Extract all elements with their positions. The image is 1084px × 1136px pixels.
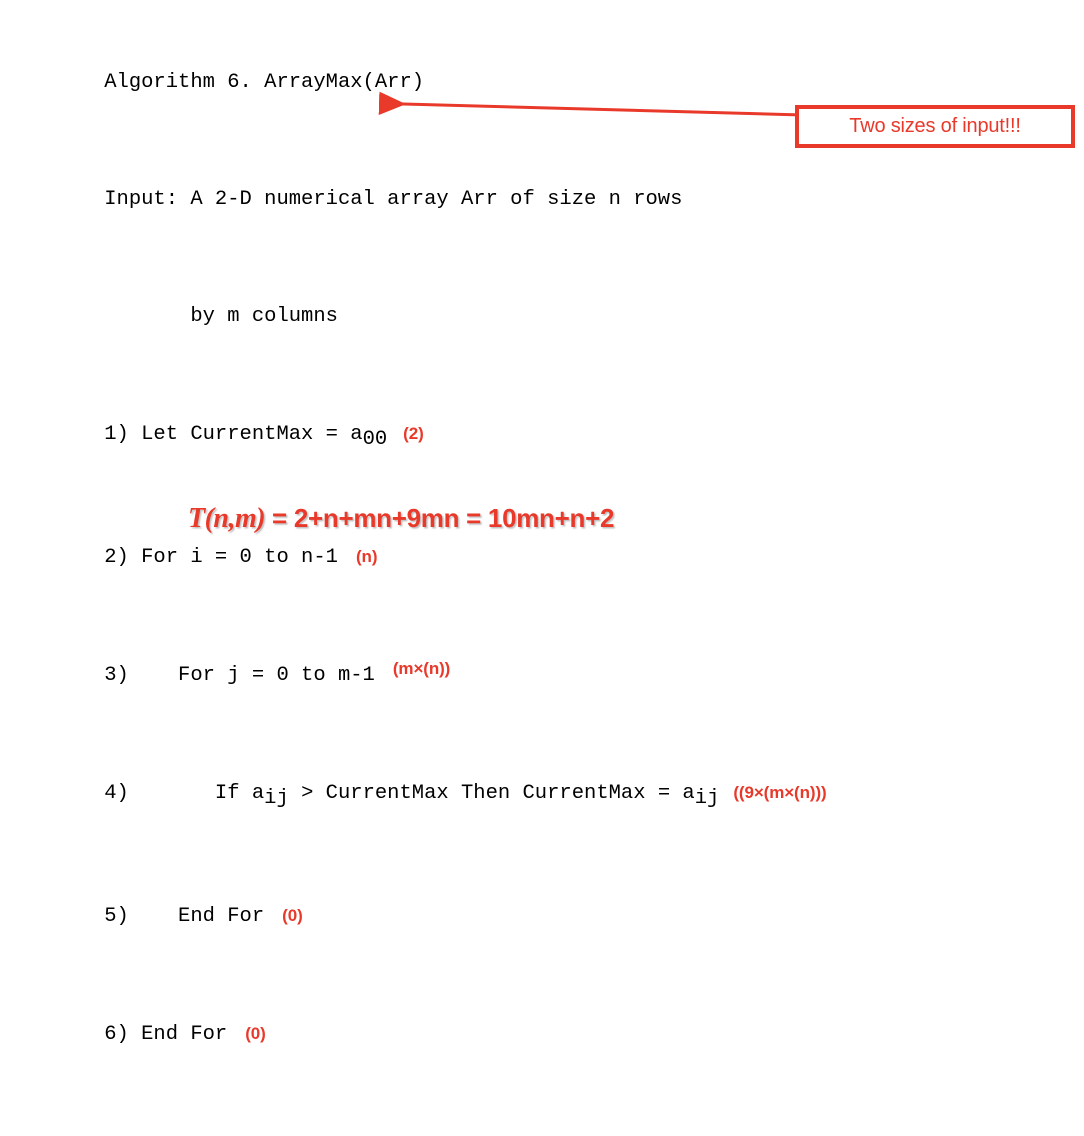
complexity-function-symbol: T(n,m) — [188, 503, 266, 534]
input-text-line-1: Input: A 2-D numerical array Arr of size… — [104, 188, 683, 211]
step-4-subscript-2: ij — [694, 787, 720, 811]
input-text-line-2: by m columns — [104, 305, 338, 328]
callout-box: Two sizes of input!!! — [795, 105, 1075, 148]
step-2-code: 2) For i = 0 to n-1 — [104, 546, 338, 570]
step-1-code: 1) Let CurrentMax = a — [104, 423, 363, 446]
algorithm-output-line: Output: CurrentMax, the largest value in… — [55, 1093, 1065, 1136]
algorithm-step-4: 4) If aij > CurrentMax Then CurrentMax =… — [55, 734, 1065, 857]
step-3-cost: (m×(n)) — [392, 659, 451, 679]
algorithm-step-5: 5) End For (0) — [55, 857, 1065, 975]
algorithm-step-6: 6) End For (0) — [55, 975, 1065, 1093]
complexity-expression: = 2+n+mn+9mn = 10mn+n+2 — [265, 503, 615, 533]
algorithm-step-3: 3) For j = 0 to m-1 (m×(n)) — [55, 616, 1065, 734]
algorithm-title: Algorithm 6. ArrayMax(Arr) — [104, 71, 425, 94]
step-1-subscript: 00 — [362, 428, 388, 452]
step-5-cost: (0) — [282, 906, 303, 926]
algorithm-step-1: 1) Let CurrentMax = a00 (2) — [55, 375, 1065, 498]
algorithm-input-line-2: by m columns — [55, 258, 1065, 375]
step-4-code-part-2: > CurrentMax Then CurrentMax = a — [288, 782, 695, 806]
callout-label: Two sizes of input!!! — [849, 115, 1021, 137]
algorithm-listing: Algorithm 6. ArrayMax(Arr) Input: A 2-D … — [55, 24, 1065, 1136]
step-5-code: 5) End For — [104, 905, 265, 929]
total-complexity-formula: T(n,m) = 2+n+mn+9mn = 10mn+n+2 — [188, 503, 614, 535]
algorithm-input-line-1: Input: A 2-D numerical array Arr of size… — [55, 141, 1065, 258]
step-6-cost: (0) — [245, 1024, 266, 1044]
step-4-code-part-1: 4) If a — [104, 782, 265, 806]
step-6-code: 6) End For — [104, 1023, 228, 1047]
step-4-subscript-1: ij — [264, 787, 289, 811]
step-4-cost: ((9×(m×(n))) — [733, 783, 827, 803]
step-3-code: 3) For j = 0 to m-1 — [104, 664, 375, 688]
step-1-cost: (2) — [403, 424, 424, 443]
step-2-cost: (n) — [355, 547, 378, 567]
